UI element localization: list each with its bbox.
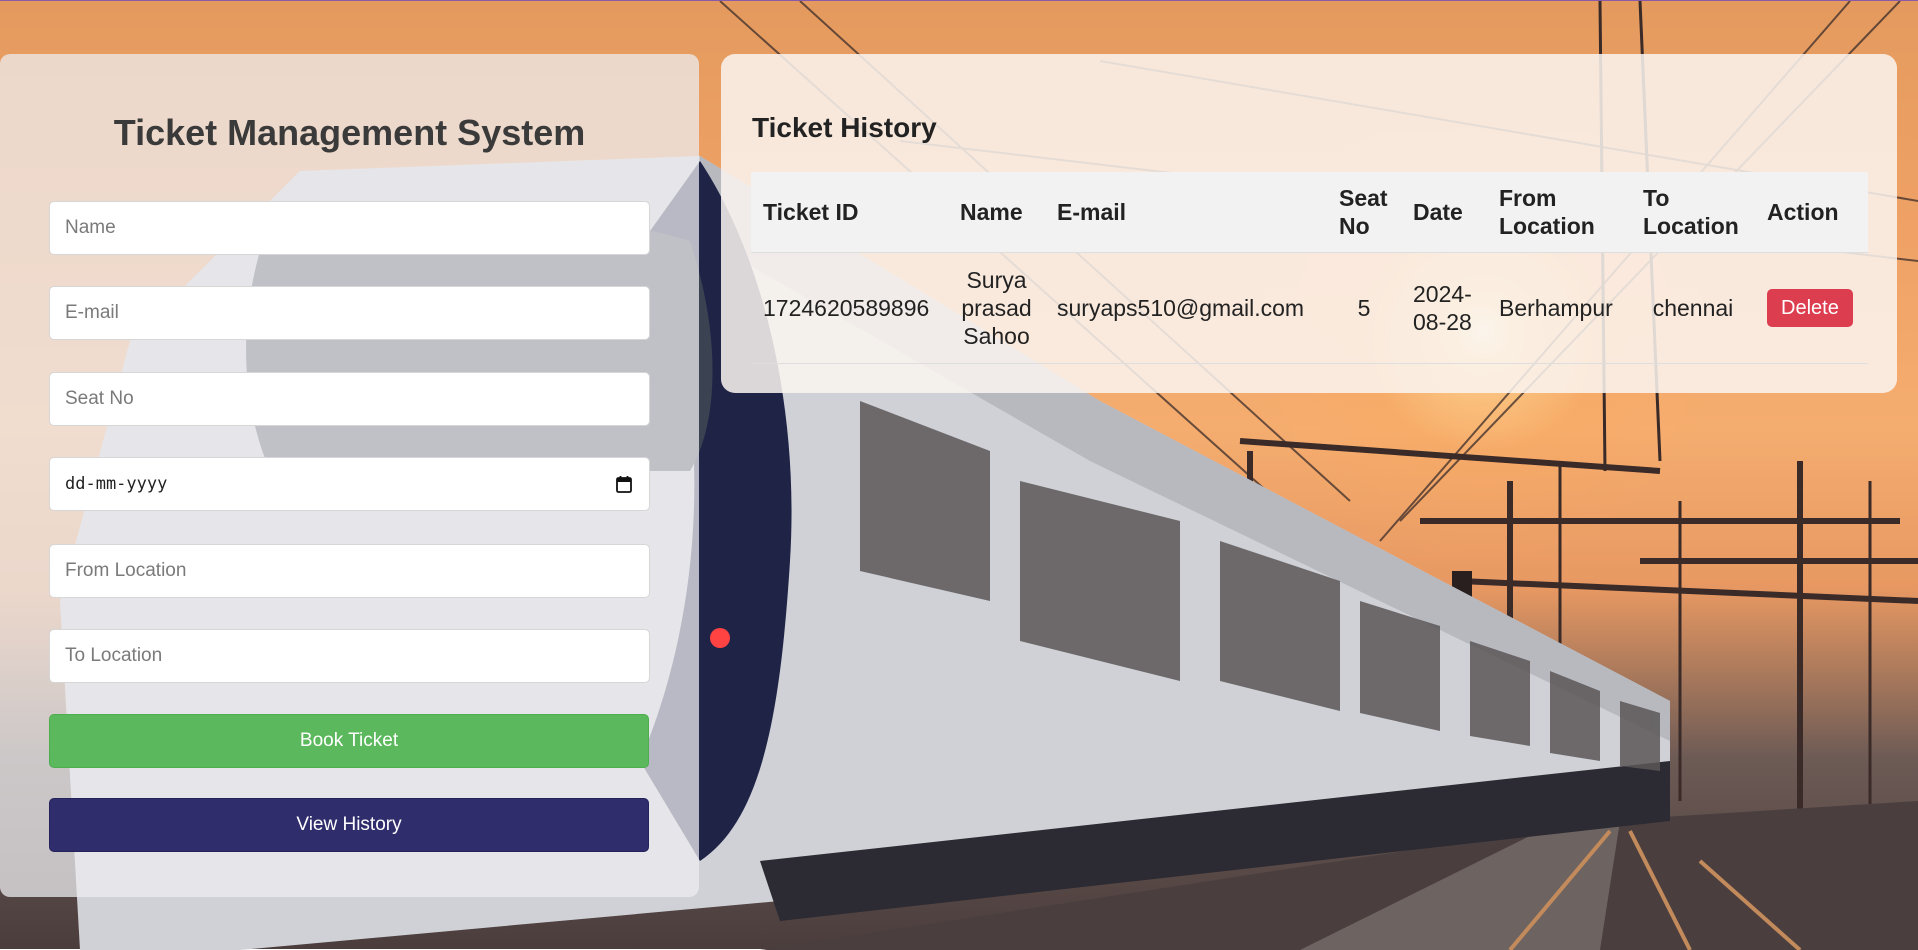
name-placeholder: Name — [65, 217, 116, 238]
from-location-placeholder: From Location — [65, 560, 187, 581]
date-input[interactable]: dd-mm-yyyy — [49, 457, 650, 511]
delete-button[interactable]: Delete — [1767, 289, 1853, 327]
col-email: E-mail — [1045, 172, 1327, 253]
table-header-row: Ticket ID Name E-mail Seat No Date From … — [751, 172, 1868, 253]
ticket-history-panel: Ticket History Ticket ID Name E-mail Sea… — [721, 54, 1897, 393]
col-seat-no: Seat No — [1327, 172, 1401, 253]
col-action: Action — [1755, 172, 1868, 253]
name-input[interactable]: Name — [49, 201, 650, 255]
history-title: Ticket History — [752, 112, 937, 143]
seat-no-placeholder: Seat No — [65, 388, 134, 409]
cell-name: Surya prasad Sahoo — [948, 252, 1045, 364]
cell-from-location: Berhampur — [1487, 252, 1631, 364]
cell-to-location: chennai — [1631, 252, 1755, 364]
view-history-button[interactable]: View History — [49, 798, 649, 852]
ticket-history-table: Ticket ID Name E-mail Seat No Date From … — [751, 172, 1868, 364]
booking-form-panel: Ticket Management System Name E-mail Sea… — [0, 54, 699, 897]
col-from-location: From Location — [1487, 172, 1631, 253]
from-location-input[interactable]: From Location — [49, 544, 650, 598]
form-title: Ticket Management System — [113, 112, 586, 153]
seat-no-input[interactable]: Seat No — [49, 372, 650, 426]
date-placeholder: dd-mm-yyyy — [65, 474, 168, 494]
book-ticket-button[interactable]: Book Ticket — [49, 714, 649, 768]
col-to-location: To Location — [1631, 172, 1755, 253]
col-name: Name — [948, 172, 1045, 253]
cell-seat-no: 5 — [1327, 252, 1401, 364]
cell-date: 2024-08-28 — [1401, 252, 1487, 364]
to-location-input[interactable]: To Location — [49, 629, 650, 683]
email-placeholder: E-mail — [65, 302, 119, 323]
col-ticket-id: Ticket ID — [751, 172, 948, 253]
cell-email: suryaps510@gmail.com — [1045, 252, 1327, 364]
cell-action: Delete — [1755, 252, 1868, 364]
col-date: Date — [1401, 172, 1487, 253]
table-row: 1724620589896 Surya prasad Sahoo suryaps… — [751, 252, 1868, 364]
calendar-icon[interactable] — [616, 475, 632, 493]
email-input[interactable]: E-mail — [49, 286, 650, 340]
cell-ticket-id: 1724620589896 — [751, 252, 948, 364]
to-location-placeholder: To Location — [65, 645, 163, 666]
